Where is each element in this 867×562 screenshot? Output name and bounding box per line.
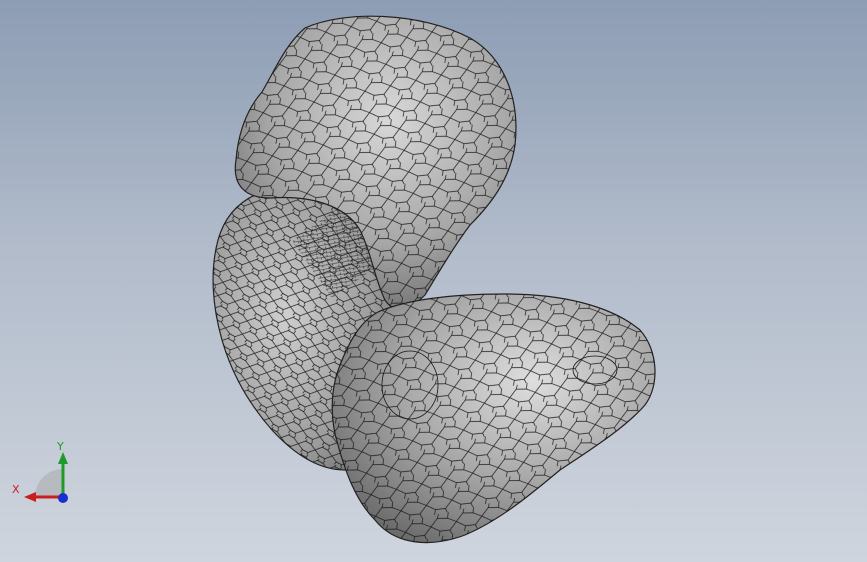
model-segment-lower — [331, 293, 656, 544]
triad-y-label: Y — [57, 440, 64, 453]
triad-graphic — [24, 452, 68, 503]
mesh-model[interactable] — [0, 0, 867, 562]
triad-x-label: X — [12, 483, 20, 496]
reference-triad: Y X — [10, 440, 80, 510]
graphics-viewport[interactable]: Y X — [0, 0, 867, 562]
